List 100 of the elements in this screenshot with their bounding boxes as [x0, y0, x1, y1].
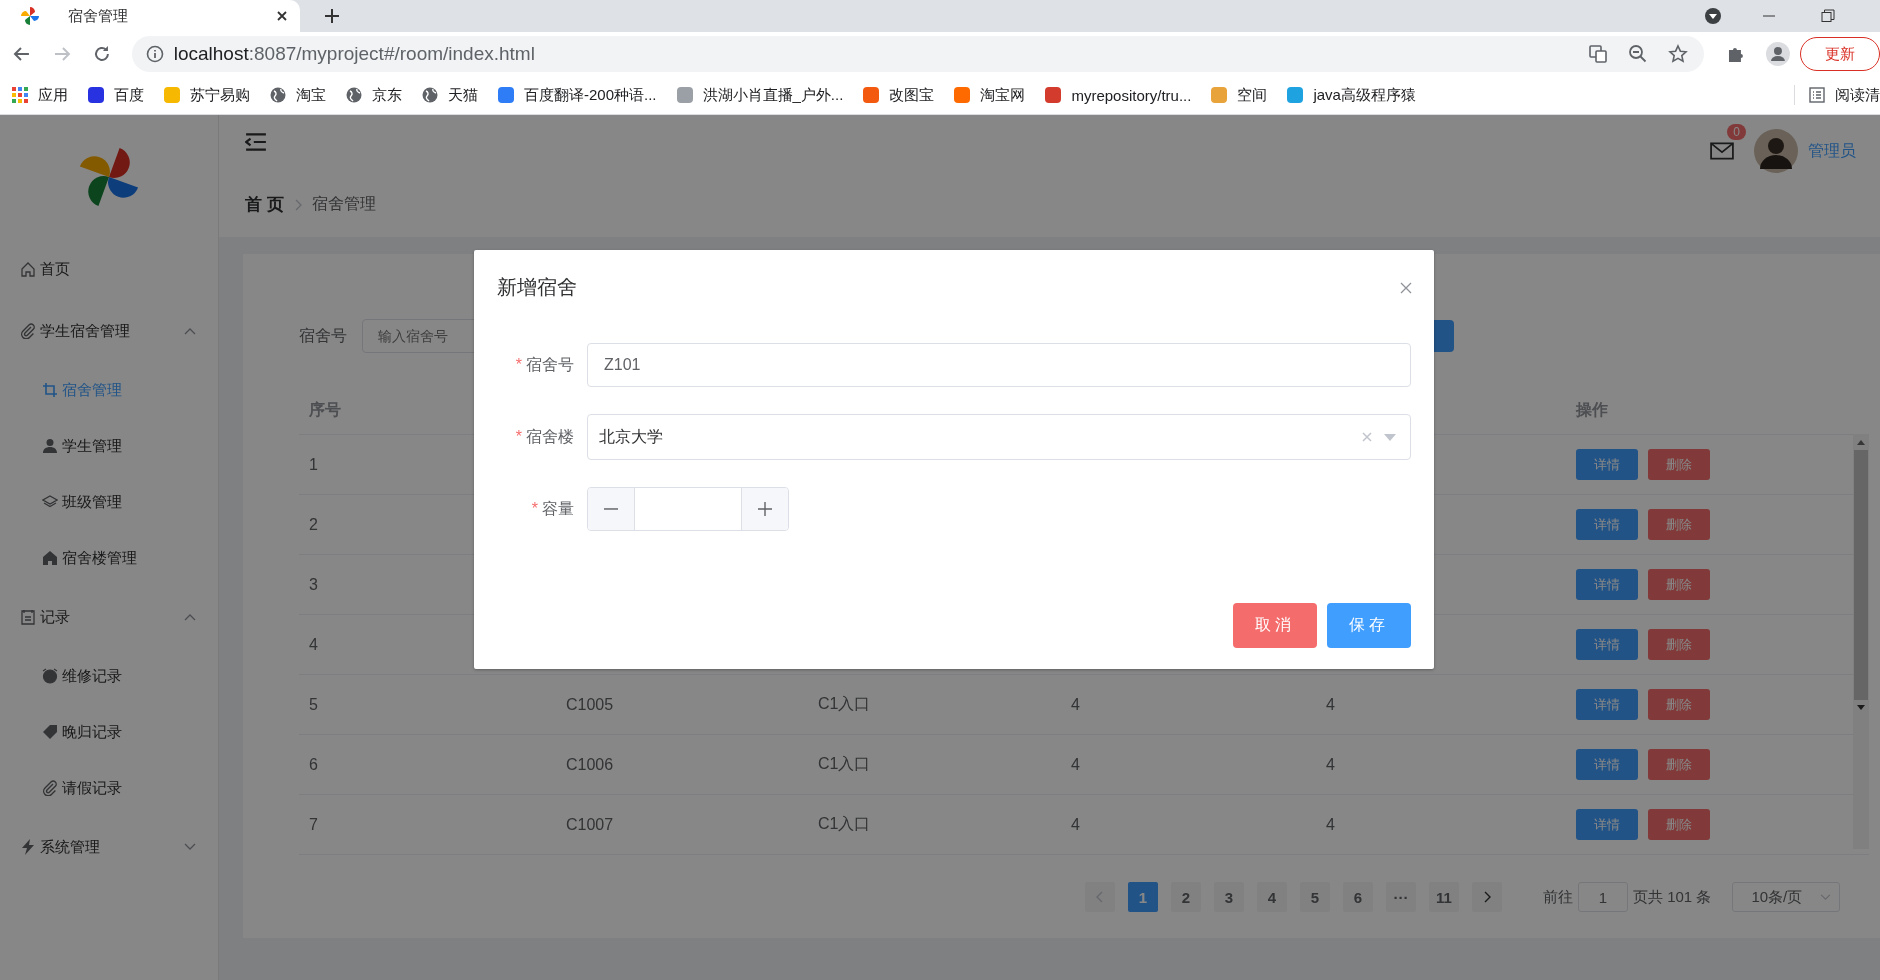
table-cell: 2 — [309, 515, 318, 533]
bookmark[interactable]: 淘宝网 — [954, 85, 1026, 105]
table-cell: 4 — [1071, 695, 1080, 713]
bookmark[interactable]: 苏宁易购 — [164, 85, 250, 105]
mail-icon — [1710, 142, 1734, 160]
address-bar[interactable]: localhost:8087/myproject#/room/index.html — [131, 36, 1705, 72]
menu-item[interactable]: 宿舍楼管理 — [0, 530, 218, 586]
bookmark[interactable]: 百度翻译-200种语... — [498, 85, 657, 105]
avatar[interactable] — [1754, 129, 1798, 173]
site-logo-icon — [164, 87, 180, 103]
minus-icon — [604, 508, 618, 510]
site-logo-icon — [88, 87, 104, 103]
globe-icon — [270, 87, 286, 103]
page-button[interactable]: 4 — [1257, 882, 1287, 912]
bookmark[interactable]: 改图宝 — [863, 85, 935, 105]
menu-item[interactable]: 维修记录 — [0, 648, 218, 704]
chevron-left-icon — [1096, 891, 1104, 903]
jump-label: 前往 — [1543, 887, 1573, 907]
column-header: 序号 — [309, 400, 341, 418]
field-label: 容量 — [542, 499, 574, 517]
chevron-icon — [293, 198, 302, 211]
user-icon — [42, 438, 58, 454]
menu-item[interactable]: 系统管理 — [0, 816, 218, 878]
notification-badge: 0 — [1727, 124, 1746, 140]
menu-item[interactable]: 学生宿舍管理 — [0, 300, 218, 362]
page-button[interactable]: 2 — [1171, 882, 1201, 912]
page-button[interactable]: ··· — [1386, 882, 1416, 912]
reading-list[interactable]: 阅读清 — [1809, 85, 1880, 105]
table-cell: 1 — [309, 455, 318, 473]
table-cell: C1入口 — [818, 695, 871, 712]
info-icon — [145, 45, 164, 63]
site-logo-icon — [676, 87, 693, 103]
caret-icon — [1820, 893, 1832, 901]
table-cell: 4 — [1326, 755, 1335, 773]
table-cell: 4 — [1071, 755, 1080, 773]
list-icon — [1809, 87, 1825, 103]
page-size-select[interactable]: 10条/页 — [1732, 882, 1841, 912]
table-cell: 6 — [309, 755, 318, 773]
bookmark[interactable]: 百度 — [88, 85, 144, 105]
pinwheel-icon — [20, 6, 40, 26]
table-cell: C1006 — [566, 755, 614, 773]
zoom-out-icon[interactable] — [1628, 44, 1649, 64]
required-mark: * — [515, 427, 522, 445]
bookmark[interactable]: 洪湖小肖直播_户外... — [676, 85, 844, 105]
browser-tab[interactable]: 宿舍管理 — [0, 0, 300, 32]
scroll-up-icon[interactable] — [1857, 439, 1865, 445]
house-icon — [42, 550, 58, 566]
globe-icon — [346, 87, 362, 103]
bolt-icon — [20, 839, 36, 855]
breadcrumb-item[interactable]: 首 页 — [245, 193, 284, 216]
restore-icon[interactable] — [1821, 9, 1835, 23]
bookmark[interactable]: 应用 — [12, 85, 68, 105]
note-icon — [20, 609, 36, 625]
menu-item[interactable]: 请假记录 — [0, 760, 218, 816]
page-jump-field[interactable]: 1 — [1578, 882, 1628, 912]
table-cell: 7 — [309, 815, 318, 833]
clip-icon — [42, 780, 58, 796]
table-cell: 4 — [1071, 815, 1080, 833]
page-button[interactable]: 5 — [1300, 882, 1330, 912]
menu-item[interactable]: 学生管理 — [0, 418, 218, 474]
tab-search-icon[interactable] — [1704, 7, 1722, 25]
dialog-title: 新增宿舍 — [497, 275, 577, 300]
input-field[interactable]: Z101 — [587, 343, 1411, 387]
plus-icon[interactable] — [324, 8, 340, 24]
menu-item[interactable]: 首页 — [0, 238, 218, 300]
bookmark[interactable]: 空间 — [1211, 85, 1268, 105]
close-icon[interactable] — [276, 10, 288, 22]
menu-item[interactable]: 班级管理 — [0, 474, 218, 530]
translate-icon[interactable] — [1588, 44, 1609, 64]
bookmark[interactable]: myrepository/tru... — [1045, 86, 1192, 104]
field-label: 宿舍号 — [526, 355, 574, 373]
required-mark: * — [515, 355, 522, 373]
bookmark[interactable]: java高级程序猿 — [1287, 85, 1416, 105]
table-cell: C1007 — [566, 815, 614, 833]
site-logo-icon — [1211, 87, 1228, 103]
increment-button[interactable] — [741, 488, 788, 530]
page-button[interactable]: 3 — [1214, 882, 1244, 912]
total-text: 页共 101 条 — [1633, 887, 1712, 907]
menu-icon[interactable] — [245, 133, 267, 151]
cancel-button[interactable]: 取消 — [1233, 603, 1317, 648]
bookmark[interactable]: 天猫 — [422, 85, 478, 105]
profile-icon[interactable] — [1766, 42, 1790, 66]
page-button[interactable]: 11 — [1429, 882, 1459, 912]
select-field[interactable]: 北京大学 — [587, 414, 1411, 460]
table-cell: C1005 — [566, 695, 614, 713]
site-logo-icon — [954, 87, 971, 103]
field-label: 宿舍楼 — [526, 427, 574, 445]
save-button[interactable]: 保存 — [1327, 603, 1411, 648]
scroll-down-icon[interactable] — [1857, 705, 1865, 711]
menu-item[interactable]: 记录 — [0, 586, 218, 648]
update-button[interactable]: 更新 — [1800, 37, 1880, 71]
page-button[interactable]: 6 — [1343, 882, 1373, 912]
bookmark[interactable]: 京东 — [346, 85, 402, 105]
menu-item[interactable]: 晚归记录 — [0, 704, 218, 760]
breadcrumb-item: 宿舍管理 — [311, 194, 376, 214]
scrollbar[interactable] — [1853, 434, 1869, 849]
bookmark[interactable]: 淘宝 — [270, 85, 326, 105]
star-icon[interactable] — [1668, 44, 1689, 64]
site-logo-icon — [498, 87, 514, 103]
table-cell: 5 — [309, 695, 318, 713]
